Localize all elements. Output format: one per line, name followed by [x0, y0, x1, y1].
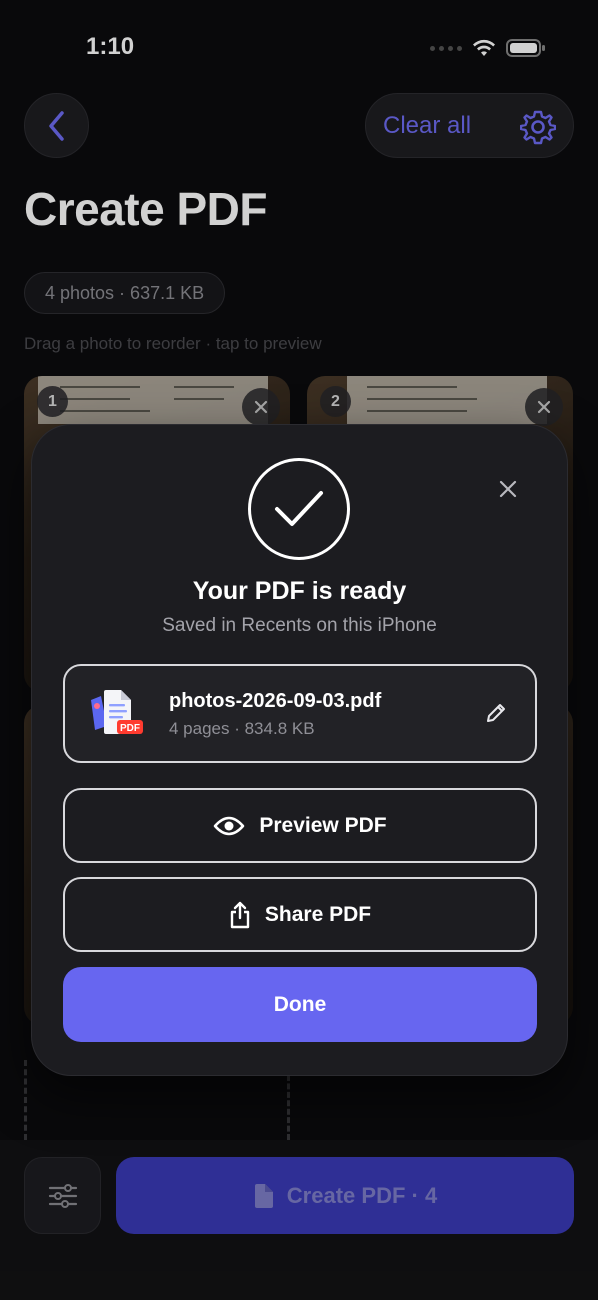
eye-icon	[214, 816, 245, 835]
preview-pdf-label: Preview PDF	[259, 813, 387, 837]
share-icon	[230, 901, 250, 928]
share-pdf-label: Share PDF	[264, 902, 372, 926]
success-check-icon	[248, 458, 350, 560]
dialog-subtitle: Saved in Recents on this iPhone	[162, 615, 437, 636]
pdf-file-card[interactable]: PDF photos-2026-09-03.pdf 4 pages · 834.…	[63, 664, 537, 763]
file-name: photos-2026-09-03.pdf	[169, 690, 382, 712]
pdf-ready-dialog: Your PDF is ready Saved in Recents on th…	[31, 424, 568, 1076]
dialog-title: Your PDF is ready	[192, 577, 407, 605]
dialog-close-button[interactable]	[499, 480, 517, 503]
file-meta: 4 pages · 834.8 KB	[169, 719, 315, 738]
pdf-file-icon: PDF	[91, 690, 143, 734]
preview-pdf-button[interactable]: Preview PDF	[63, 788, 537, 863]
done-button[interactable]: Done	[63, 967, 537, 1042]
share-pdf-button[interactable]: Share PDF	[63, 877, 537, 952]
pencil-icon[interactable]	[485, 702, 507, 724]
close-icon	[499, 480, 517, 498]
pdf-badge-text: PDF	[120, 723, 140, 734]
